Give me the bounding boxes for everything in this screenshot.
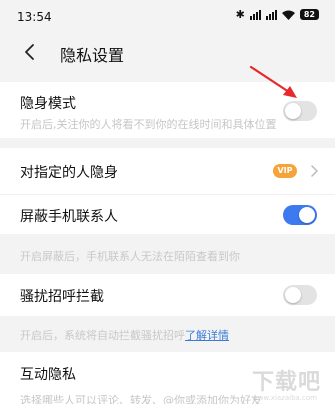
interaction-privacy-title: 互动隐私	[20, 367, 76, 383]
back-arrow-icon[interactable]	[20, 42, 40, 62]
stealth-specific-title: 对指定的人隐身	[20, 165, 118, 181]
block-contacts-row[interactable]: 屏蔽手机联系人	[0, 194, 335, 234]
chevron-right-icon	[311, 165, 318, 177]
harass-block-title: 骚扰招呼拦截	[20, 289, 104, 305]
block-contacts-hint: 开启屏蔽后，手机联系人无法在陌陌查看到你	[20, 250, 240, 263]
block-contacts-title: 屏蔽手机联系人	[20, 209, 118, 225]
wifi-icon	[281, 10, 295, 20]
annotation-arrow-icon	[249, 65, 297, 98]
vip-badge: VIP	[273, 164, 297, 178]
harass-block-hint-text: 开启后，系统将自动拦截骚扰招呼	[20, 329, 185, 342]
stealth-mode-title: 隐身模式	[20, 96, 76, 112]
watermark-logo: 下载吧 www.xiazaiba.com	[237, 344, 329, 402]
harass-block-toggle[interactable]	[283, 285, 317, 305]
learn-more-link[interactable]: 了解详情	[185, 329, 229, 342]
harass-block-hint: 开启后，系统将自动拦截骚扰招呼了解详情	[20, 327, 229, 343]
page-title: 隐私设置	[60, 46, 125, 65]
toggle-knob	[285, 103, 301, 119]
status-time: 13:54	[17, 10, 52, 24]
toggle-knob	[299, 207, 315, 223]
stealth-mode-subtitle: 开启后,关注你的人将看不到你的在线时间和具体位置	[20, 118, 277, 131]
battery-icon: 82	[299, 9, 319, 20]
watermark-logo-text: 下载吧	[251, 370, 321, 395]
watermark-url: www.xiazaiba.com	[252, 394, 317, 402]
signal-icon	[249, 9, 261, 20]
toggle-knob	[285, 287, 301, 303]
stealth-specific-row[interactable]: 对指定的人隐身 VIP	[0, 148, 335, 194]
interaction-privacy-subtitle: 选择哪些人可以评论、转发、@你或添加你为好友	[20, 394, 262, 404]
harass-block-row[interactable]: 骚扰招呼拦截	[0, 274, 335, 316]
block-contacts-toggle[interactable]	[283, 205, 317, 225]
status-bar: 13:54 ✱ 82	[0, 0, 335, 34]
stealth-mode-toggle[interactable]	[283, 101, 317, 121]
signal-icon-2	[265, 9, 277, 20]
status-icons: ✱ 82	[236, 9, 319, 20]
bluetooth-icon: ✱	[235, 7, 245, 21]
